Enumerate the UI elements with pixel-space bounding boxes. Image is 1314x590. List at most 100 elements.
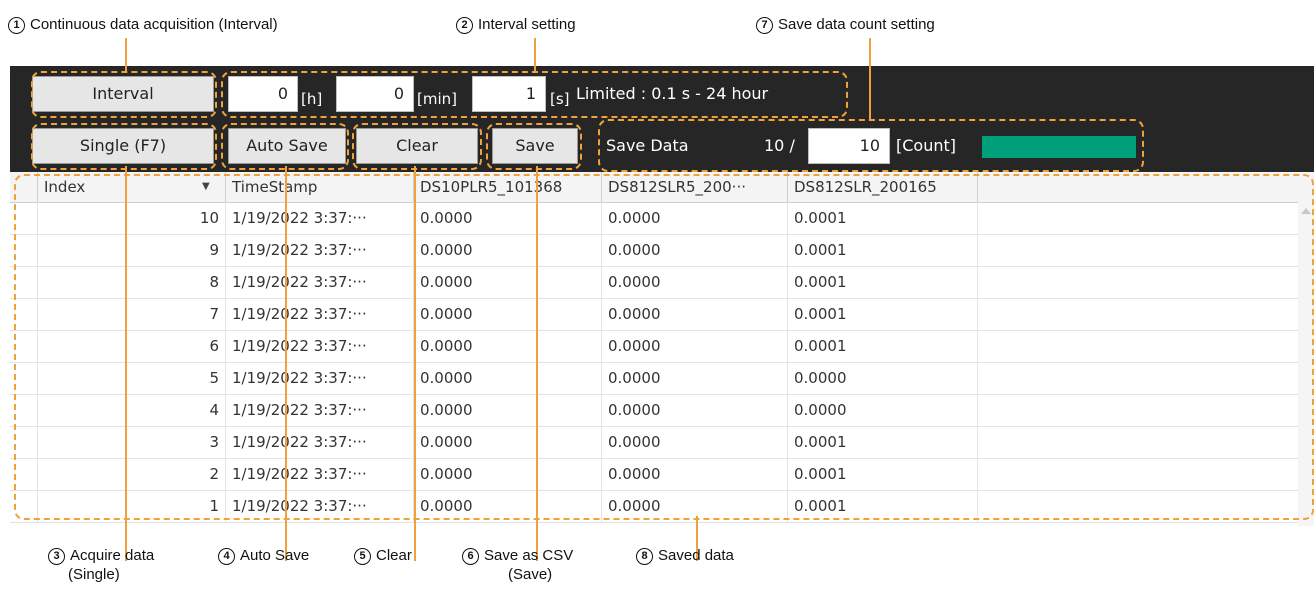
interval-button[interactable]: Interval xyxy=(32,76,214,112)
cell-index[interactable]: 10 xyxy=(38,202,226,234)
cell-index[interactable]: 8 xyxy=(38,266,226,298)
cell-index[interactable]: 7 xyxy=(38,298,226,330)
row-header[interactable] xyxy=(10,394,38,426)
annotation-clear: 5 Clear xyxy=(354,546,412,565)
cell-sensor-2[interactable]: 0.0000 xyxy=(602,202,788,234)
cell-sensor-1[interactable]: 0.0000 xyxy=(414,394,602,426)
cell-sensor-2[interactable]: 0.0000 xyxy=(602,458,788,490)
cell-sensor-2[interactable]: 0.0000 xyxy=(602,490,788,522)
row-header[interactable] xyxy=(10,202,38,234)
sort-down-icon[interactable]: ▼ xyxy=(202,172,210,202)
cell-sensor-2[interactable]: 0.0000 xyxy=(602,298,788,330)
cell-timestamp[interactable]: 1/19/2022 3:37:··· xyxy=(226,202,414,234)
cell-sensor-3[interactable]: 0.0000 xyxy=(788,394,978,426)
data-logger-window: Interval 0 [h] 0 [min] 1 [s] Limited : 0… xyxy=(10,66,1314,526)
column-header-timestamp[interactable]: TimeStamp xyxy=(226,172,414,202)
row-header[interactable] xyxy=(10,298,38,330)
cell-index[interactable]: 1 xyxy=(38,490,226,522)
leader-line-4 xyxy=(285,166,287,561)
cell-sensor-3[interactable]: 0.0001 xyxy=(788,298,978,330)
cell-timestamp[interactable]: 1/19/2022 3:37:··· xyxy=(226,298,414,330)
cell-sensor-3[interactable]: 0.0001 xyxy=(788,490,978,522)
cell-sensor-3[interactable]: 0.0001 xyxy=(788,330,978,362)
cell-index[interactable]: 6 xyxy=(38,330,226,362)
cell-sensor-3[interactable]: 0.0001 xyxy=(788,202,978,234)
vertical-scrollbar[interactable] xyxy=(1298,202,1314,526)
minutes-unit: [min] xyxy=(417,90,457,108)
cell-sensor-3[interactable]: 0.0000 xyxy=(788,362,978,394)
row-header-corner xyxy=(10,172,38,202)
cell-sensor-1[interactable]: 0.0000 xyxy=(414,266,602,298)
table-row[interactable]: 5 1/19/2022 3:37:··· 0.0000 0.0000 0.0000 xyxy=(10,362,1298,395)
cell-timestamp[interactable]: 1/19/2022 3:37:··· xyxy=(226,234,414,266)
cell-sensor-1[interactable]: 0.0000 xyxy=(414,490,602,522)
scroll-up-arrow-icon[interactable] xyxy=(1301,208,1311,214)
seconds-input[interactable]: 1 xyxy=(472,76,546,112)
cell-timestamp[interactable]: 1/19/2022 3:37:··· xyxy=(226,266,414,298)
table-row[interactable]: 9 1/19/2022 3:37:··· 0.0000 0.0000 0.0001 xyxy=(10,234,1298,267)
cell-timestamp[interactable]: 1/19/2022 3:37:··· xyxy=(226,394,414,426)
table-row[interactable]: 2 1/19/2022 3:37:··· 0.0000 0.0000 0.0001 xyxy=(10,458,1298,491)
cell-sensor-1[interactable]: 0.0000 xyxy=(414,426,602,458)
column-header-index[interactable]: Index ▼ xyxy=(38,172,226,202)
save-data-label: Save Data xyxy=(606,136,689,155)
row-header[interactable] xyxy=(10,234,38,266)
cell-sensor-1[interactable]: 0.0000 xyxy=(414,298,602,330)
table-row[interactable]: 4 1/19/2022 3:37:··· 0.0000 0.0000 0.0000 xyxy=(10,394,1298,427)
empty-cell xyxy=(978,426,1298,458)
annotation-continuous-acquisition: 1 Continuous data acquisition (Interval) xyxy=(8,15,278,34)
cell-sensor-3[interactable]: 0.0001 xyxy=(788,426,978,458)
cell-sensor-3[interactable]: 0.0001 xyxy=(788,458,978,490)
cell-sensor-1[interactable]: 0.0000 xyxy=(414,362,602,394)
cell-timestamp[interactable]: 1/19/2022 3:37:··· xyxy=(226,330,414,362)
cell-sensor-2[interactable]: 0.0000 xyxy=(602,234,788,266)
cell-sensor-1[interactable]: 0.0000 xyxy=(414,202,602,234)
leader-line-3 xyxy=(125,166,127,561)
cell-sensor-2[interactable]: 0.0000 xyxy=(602,330,788,362)
single-button[interactable]: Single (F7) xyxy=(32,128,214,164)
table-row[interactable]: 8 1/19/2022 3:37:··· 0.0000 0.0000 0.0001 xyxy=(10,266,1298,299)
cell-index[interactable]: 3 xyxy=(38,426,226,458)
row-header[interactable] xyxy=(10,266,38,298)
cell-sensor-1[interactable]: 0.0000 xyxy=(414,234,602,266)
row-header[interactable] xyxy=(10,330,38,362)
cell-sensor-2[interactable]: 0.0000 xyxy=(602,362,788,394)
annotation-save-data-count: 7 Save data count setting xyxy=(756,15,935,34)
row-header[interactable] xyxy=(10,490,38,522)
cell-sensor-3[interactable]: 0.0001 xyxy=(788,234,978,266)
row-header[interactable] xyxy=(10,458,38,490)
cell-timestamp[interactable]: 1/19/2022 3:37:··· xyxy=(226,458,414,490)
hours-input[interactable]: 0 xyxy=(228,76,298,112)
cell-index[interactable]: 5 xyxy=(38,362,226,394)
cell-sensor-1[interactable]: 0.0000 xyxy=(414,458,602,490)
table-row[interactable]: 3 1/19/2022 3:37:··· 0.0000 0.0000 0.0001 xyxy=(10,426,1298,459)
auto-save-button[interactable]: Auto Save xyxy=(228,128,346,164)
table-row[interactable]: 6 1/19/2022 3:37:··· 0.0000 0.0000 0.0001 xyxy=(10,330,1298,363)
table-row[interactable]: 10 1/19/2022 3:37:··· 0.0000 0.0000 0.0001 xyxy=(10,202,1298,235)
row-header[interactable] xyxy=(10,362,38,394)
annotation-save-csv: 6 Save as CSV (Save) xyxy=(462,546,573,584)
cell-index[interactable]: 9 xyxy=(38,234,226,266)
minutes-input[interactable]: 0 xyxy=(336,76,414,112)
save-data-count-input[interactable]: 10 xyxy=(808,128,890,164)
cell-sensor-3[interactable]: 0.0001 xyxy=(788,266,978,298)
cell-sensor-2[interactable]: 0.0000 xyxy=(602,426,788,458)
cell-timestamp[interactable]: 1/19/2022 3:37:··· xyxy=(226,362,414,394)
column-header-sensor-3[interactable]: DS812SLR_200165 xyxy=(788,172,978,202)
cell-index[interactable]: 4 xyxy=(38,394,226,426)
table-row[interactable]: 1 1/19/2022 3:37:··· 0.0000 0.0000 0.0001 xyxy=(10,490,1298,523)
column-header-sensor-2[interactable]: DS812SLR5_200··· xyxy=(602,172,788,202)
save-button[interactable]: Save xyxy=(492,128,578,164)
cell-timestamp[interactable]: 1/19/2022 3:37:··· xyxy=(226,426,414,458)
cell-sensor-2[interactable]: 0.0000 xyxy=(602,394,788,426)
empty-cell xyxy=(978,234,1298,266)
cell-timestamp[interactable]: 1/19/2022 3:37:··· xyxy=(226,490,414,522)
table-row[interactable]: 7 1/19/2022 3:37:··· 0.0000 0.0000 0.0001 xyxy=(10,298,1298,331)
cell-sensor-2[interactable]: 0.0000 xyxy=(602,266,788,298)
column-header-sensor-1[interactable]: DS10PLR5_101368 xyxy=(414,172,602,202)
cell-index[interactable]: 2 xyxy=(38,458,226,490)
cell-sensor-1[interactable]: 0.0000 xyxy=(414,330,602,362)
leader-line-6 xyxy=(536,166,538,561)
row-header[interactable] xyxy=(10,426,38,458)
clear-button[interactable]: Clear xyxy=(356,128,478,164)
